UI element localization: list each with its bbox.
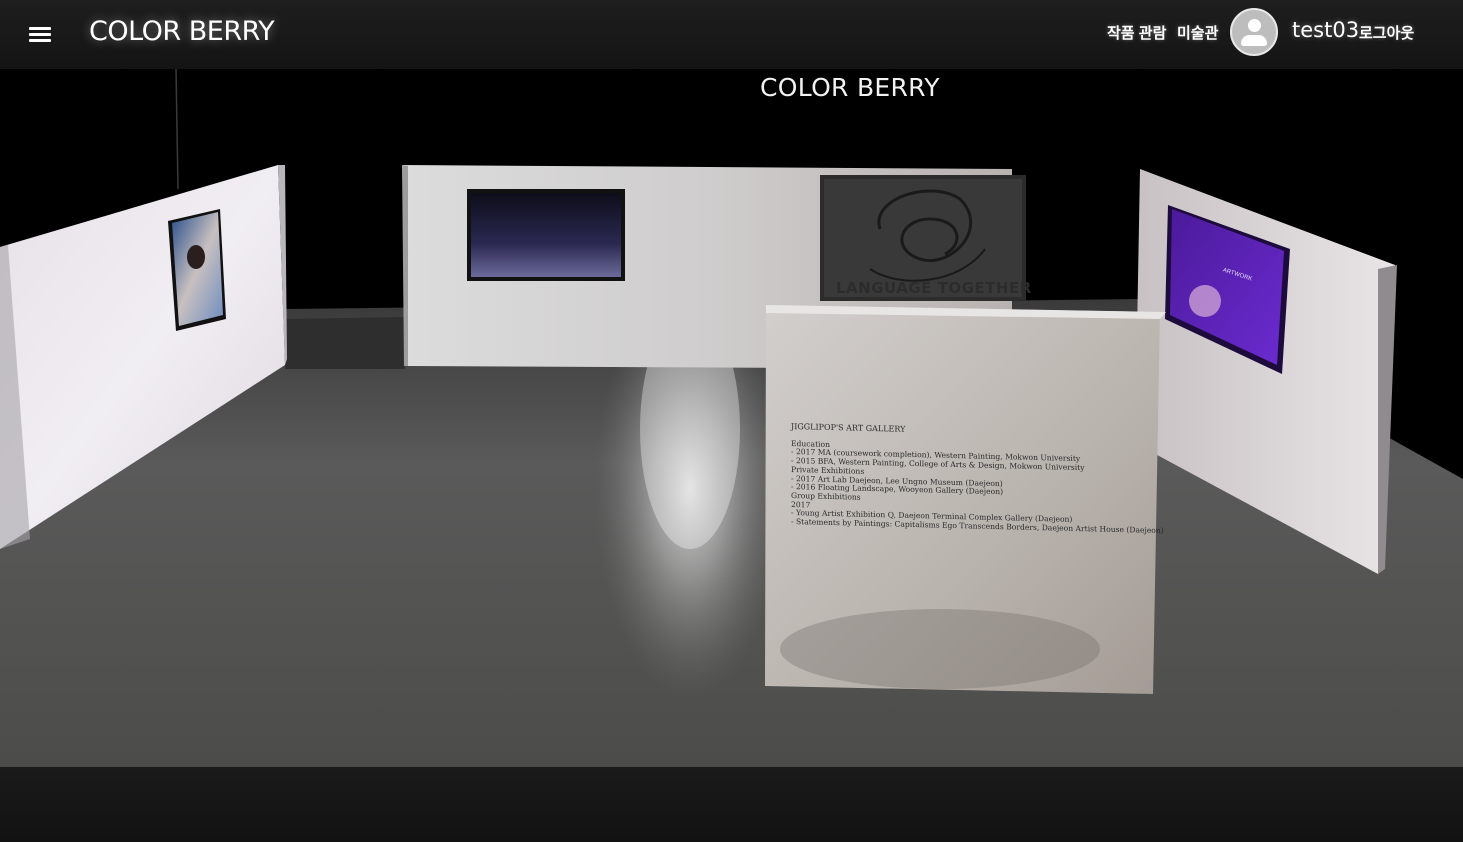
logout-link[interactable]: 로그아웃 xyxy=(1359,22,1414,43)
brand-logo[interactable]: COLOR BERRY xyxy=(89,16,275,47)
artist-info-panel: JIGGLIPOP'S ART GALLERY Education - 2017… xyxy=(791,422,1164,536)
hamburger-menu-icon[interactable] xyxy=(26,22,54,46)
top-app-bar: COLOR BERRY 작품 관람 미술관 test03 로그아웃 xyxy=(0,0,1463,69)
app-root: COLOR BERRY 작품 관람 미술관 test03 로그아웃 COLOR … xyxy=(0,0,1463,842)
username[interactable]: test03 xyxy=(1292,18,1359,42)
footer-bar xyxy=(0,767,1463,842)
nav-view-artworks[interactable]: 작품 관람 xyxy=(1107,22,1166,43)
gallery-scene xyxy=(0,69,1463,767)
nav-gallery[interactable]: 미술관 xyxy=(1177,22,1218,43)
artwork-caption: LANGUAGE TOGETHER xyxy=(836,279,1032,297)
gallery-3d-canvas[interactable]: COLOR BERRY LANGUAGE TOGETHER ARTWORK JI… xyxy=(0,69,1463,767)
account-circle-icon[interactable] xyxy=(1230,8,1278,56)
scene-title: COLOR BERRY xyxy=(760,73,940,102)
